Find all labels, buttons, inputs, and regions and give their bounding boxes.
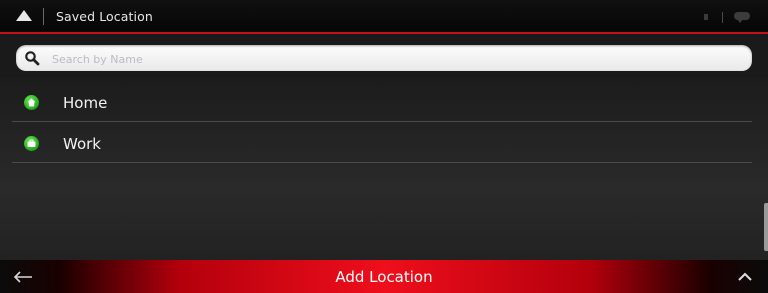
home-pin — [24, 95, 39, 110]
row-divider — [12, 121, 752, 122]
message-icon[interactable] — [734, 12, 750, 23]
list-item-home[interactable]: Home — [12, 82, 752, 122]
back-arrow-icon[interactable] — [10, 266, 36, 288]
chevron-up-icon[interactable] — [736, 269, 754, 283]
add-location-button[interactable]: Add Location — [300, 260, 468, 293]
scrollbar-handle[interactable] — [764, 203, 768, 251]
saved-locations-list: Home Work — [0, 78, 768, 260]
search-input[interactable] — [50, 48, 734, 70]
status-divider — [722, 12, 723, 23]
saved-locations-screen: Saved Location Home — [0, 0, 768, 293]
home-icon — [27, 98, 36, 107]
list-item-work[interactable]: Work — [12, 123, 752, 163]
title-separator — [43, 8, 44, 25]
location-label: Work — [63, 135, 101, 153]
page-title: Saved Location — [56, 9, 153, 24]
location-label: Home — [63, 94, 108, 112]
search-bar[interactable] — [16, 45, 752, 71]
navigation-arrow-icon[interactable] — [16, 10, 32, 21]
row-divider — [12, 162, 752, 163]
search-icon — [25, 51, 40, 66]
briefcase-icon — [27, 139, 36, 147]
work-pin — [24, 136, 39, 151]
status-indicators — [698, 10, 758, 24]
signal-icon — [704, 14, 708, 20]
title-bar: Saved Location — [0, 0, 768, 34]
bottom-action-bar: Add Location — [0, 260, 768, 293]
